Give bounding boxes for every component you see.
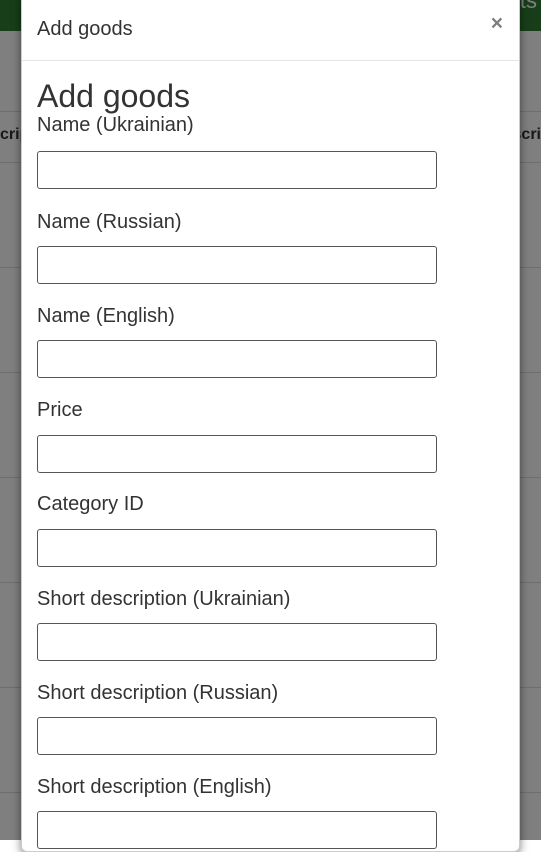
form-group-short-description-russian: Short description (Russian)	[37, 680, 504, 755]
short-description-ukrainian-label: Short description (Ukrainian)	[37, 588, 291, 610]
short-description-english-label: Short description (English)	[37, 776, 272, 798]
modal-body: Add goods Name (Ukrainian) Name (Russian…	[22, 77, 519, 849]
modal-header: Add goods ×	[22, 0, 519, 61]
name-ukrainian-label: Name (Ukrainian)	[37, 114, 194, 136]
price-input[interactable]	[37, 435, 437, 473]
name-english-label: Name (English)	[37, 305, 175, 327]
category-id-input[interactable]	[37, 529, 437, 567]
price-label: Price	[37, 399, 83, 421]
name-russian-input[interactable]	[37, 246, 437, 284]
form-group-name-russian: Name (Russian)	[37, 209, 504, 284]
form-group-name-ukrainian: Name (Ukrainian)	[37, 112, 504, 189]
modal-title: Add goods	[37, 18, 133, 40]
name-english-input[interactable]	[37, 340, 437, 378]
short-description-russian-input[interactable]	[37, 717, 437, 755]
add-goods-modal: Add goods × Add goods Name (Ukrainian) N…	[21, 0, 520, 852]
name-ukrainian-input[interactable]	[37, 151, 437, 189]
form-group-short-description-ukrainian: Short description (Ukrainian)	[37, 586, 504, 661]
form-heading: Add goods	[37, 78, 191, 114]
short-description-english-input[interactable]	[37, 811, 437, 849]
name-russian-label: Name (Russian)	[37, 211, 182, 233]
close-icon[interactable]: ×	[491, 13, 503, 34]
category-id-label: Category ID	[37, 493, 144, 515]
short-description-ukrainian-input[interactable]	[37, 623, 437, 661]
short-description-russian-label: Short description (Russian)	[37, 682, 279, 704]
form-group-short-description-english: Short description (English)	[37, 774, 504, 849]
form-group-price: Price	[37, 397, 504, 473]
form-group-name-english: Name (English)	[37, 303, 504, 378]
form-group-category-id: Category ID	[37, 491, 504, 567]
